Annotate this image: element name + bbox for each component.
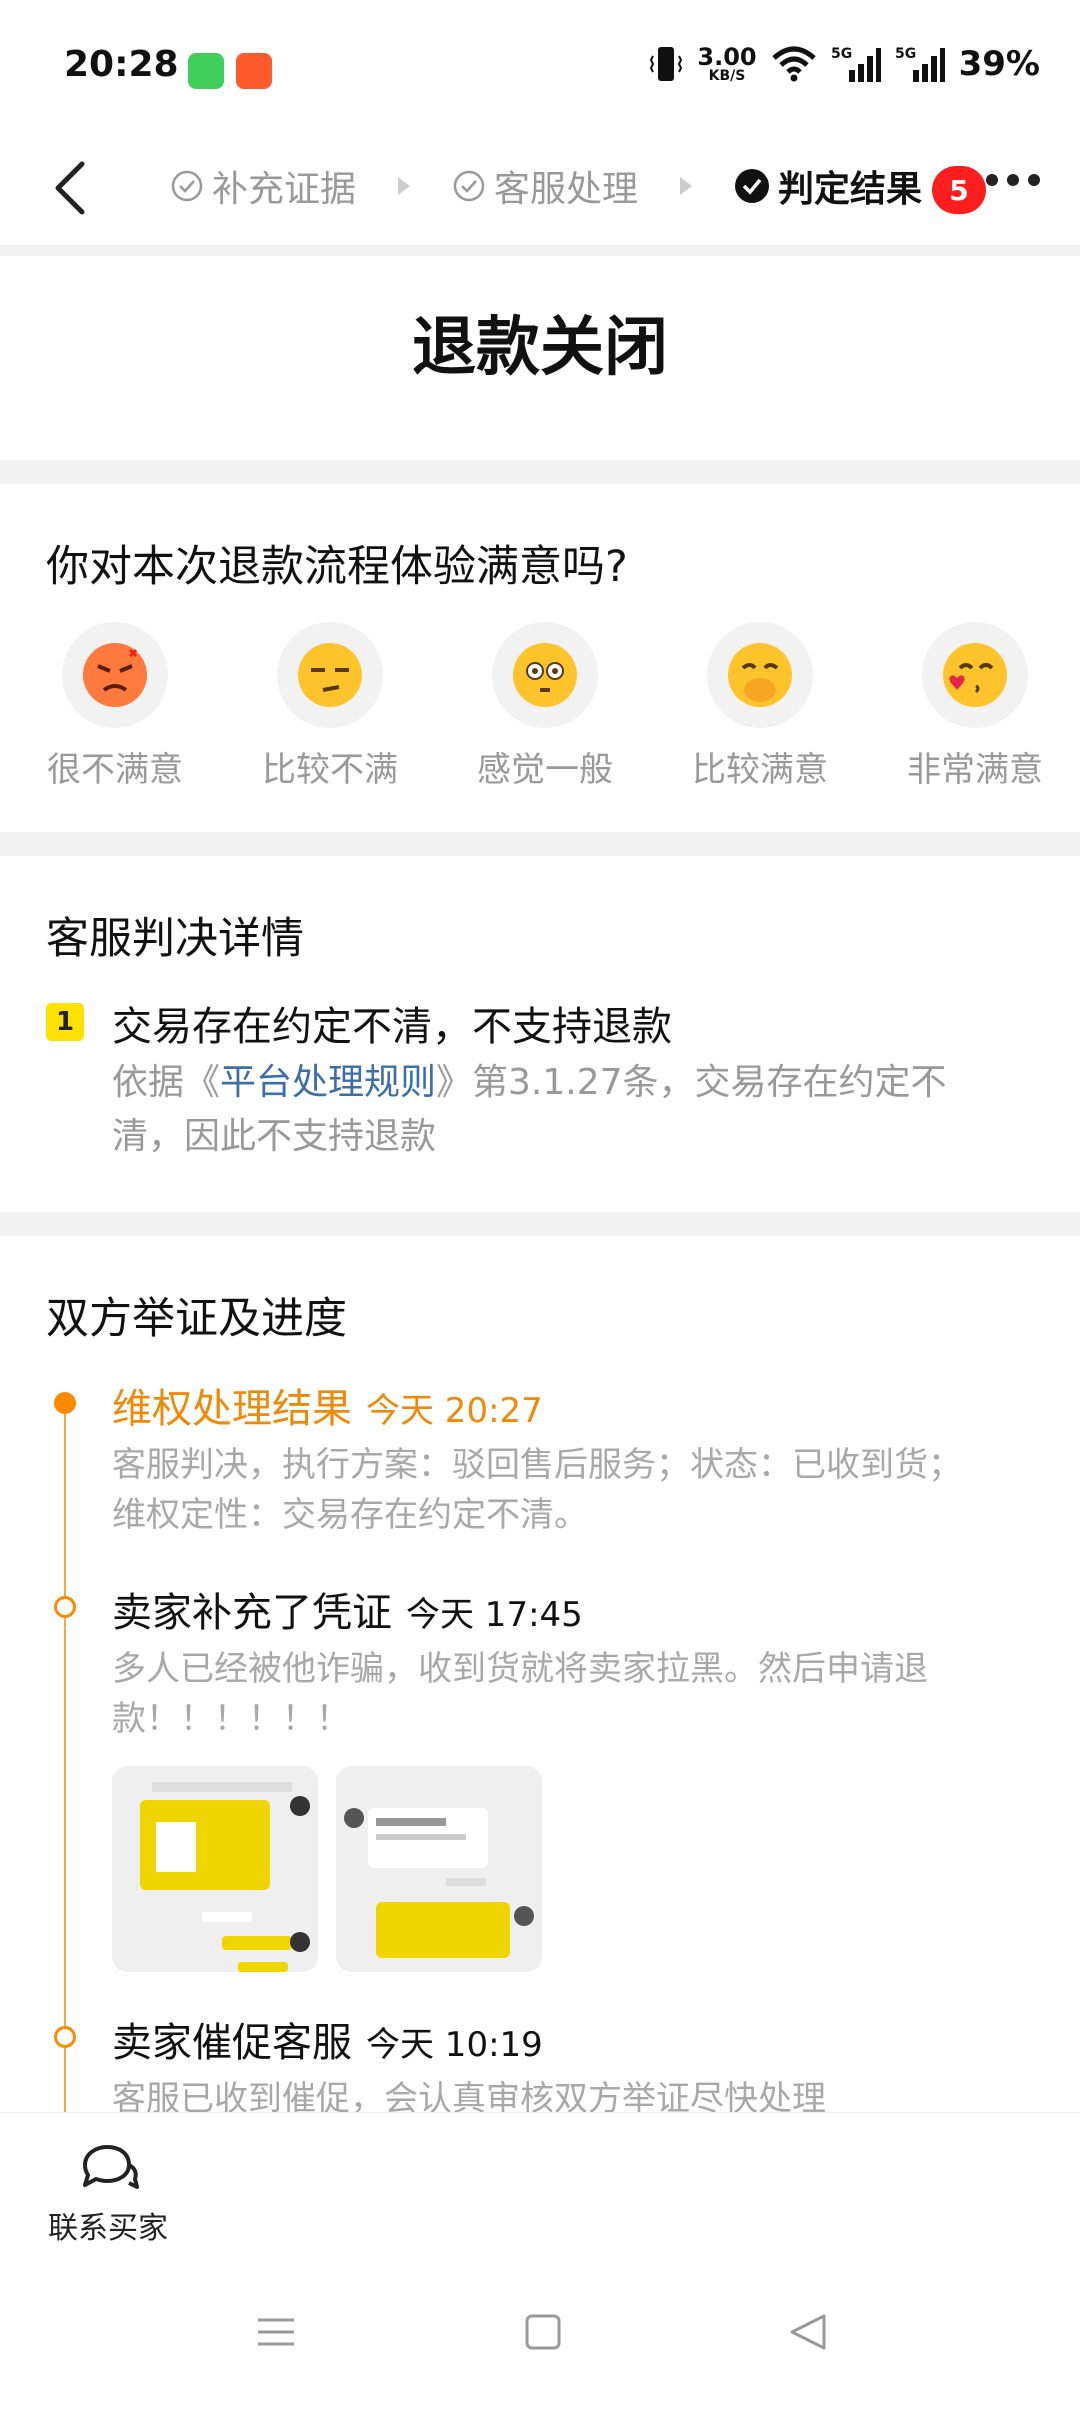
evidence-thumbnail[interactable]	[112, 1766, 318, 1972]
bottom-action-bar: 联系买家	[0, 2112, 1080, 2262]
timeline-card: 双方举证及进度 维权处理结果 今天 20:27 客服判决，执行方案：驳回售后服务；…	[0, 1236, 1080, 2112]
timeline-section-title: 双方举证及进度	[46, 1294, 347, 1344]
chat-screenshot-image	[336, 1766, 542, 1972]
rating-option-unsatisfied[interactable]: 比较不满	[255, 622, 405, 791]
home-icon[interactable]	[524, 2312, 562, 2352]
timeline-item-title: 维权处理结果 今天 20:27	[112, 1386, 543, 1432]
platform-rules-link[interactable]: 平台处理规则	[220, 1062, 436, 1103]
back-button[interactable]	[40, 152, 100, 224]
notification-badge: 5	[932, 166, 986, 214]
chat-bubbles-icon	[83, 2145, 139, 2189]
system-nav-bar	[0, 2262, 1080, 2412]
page-title: 退款关闭	[412, 311, 668, 385]
signal-5g-icon: 5G	[831, 46, 881, 82]
rating-option-very-satisfied[interactable]: 非常满意	[900, 622, 1050, 791]
camera-app-icon	[236, 53, 272, 89]
message-app-icon	[188, 53, 224, 89]
vibrate-icon	[650, 47, 683, 81]
timeline-item-desc: 多人已经被他诈骗，收到货就将卖家拉黑。然后申请退款！！！！！！	[112, 1649, 928, 1739]
verdict-number-badge: 1	[46, 1003, 84, 1041]
net-speed: 3.00 KB/S	[697, 43, 757, 84]
timeline-dot-icon	[54, 2026, 76, 2048]
status-bar: 20:28 3.00 KB/S 5G 5G 39%	[0, 0, 1080, 130]
satisfaction-card: 你对本次退款流程体验满意吗? 很不满意 比较不满 感觉一般 比较满意 非常满意	[0, 484, 1080, 832]
check-circle-icon	[453, 170, 485, 202]
flushed-face-icon	[513, 643, 577, 707]
evidence-thumbnail[interactable]	[336, 1766, 542, 1972]
timeline-line	[64, 1400, 66, 2112]
more-options-button[interactable]: 5	[932, 166, 1040, 214]
step-arrow-icon	[398, 177, 411, 195]
chat-screenshot-image	[112, 1766, 318, 1972]
status-time: 20:28	[64, 44, 179, 85]
chevron-left-icon	[55, 161, 85, 215]
contact-buyer-button[interactable]: 联系买家	[46, 2143, 170, 2247]
timeline-item-desc: 客服判决，执行方案：驳回售后服务；状态：已收到货；维权定性：交易存在约定不清。	[112, 1445, 962, 1535]
top-nav: 补充证据 客服处理 判定结果 5	[0, 130, 1080, 246]
timeline-dot-icon	[54, 1596, 76, 1618]
angry-face-icon	[83, 643, 147, 707]
more-dot-icon	[1007, 174, 1019, 186]
contact-buyer-label: 联系买家	[48, 2211, 168, 2246]
rating-option-very-unsatisfied[interactable]: 很不满意	[40, 622, 190, 791]
step-arrow-icon	[680, 177, 693, 195]
timeline-item-desc: 客服已收到催促，会认真审核双方举证尽快处理	[112, 2079, 826, 2112]
verdict-card: 客服判决详情 1 交易存在约定不清，不支持退款 依据《平台处理规则》第3.1.2…	[0, 856, 1080, 1212]
verdict-headline: 交易存在约定不清，不支持退款	[112, 1004, 672, 1050]
progress-steps: 补充证据 客服处理 判定结果	[170, 160, 922, 212]
more-dot-icon	[986, 174, 998, 186]
status-icons: 3.00 KB/S 5G 5G 39%	[649, 44, 1040, 84]
timeline-item-time: 今天 17:45	[406, 1595, 583, 1635]
rating-option-neutral[interactable]: 感觉一般	[470, 622, 620, 791]
wifi-icon	[771, 46, 816, 82]
verdict-body: 依据《平台处理规则》第3.1.27条，交易存在约定不清，因此不支持退款	[112, 1062, 947, 1157]
step-add-evidence: 补充证据	[170, 160, 356, 212]
timeline-item-time: 今天 20:27	[366, 1391, 543, 1431]
timeline-item-title: 卖家补充了凭证 今天 17:45	[112, 1590, 583, 1636]
signal-5g-icon: 5G	[895, 46, 945, 82]
back-triangle-icon[interactable]	[788, 2312, 828, 2352]
step-service-handling: 客服处理	[452, 160, 638, 212]
kissing-heart-face-icon	[943, 643, 1007, 707]
battery-percent: 39%	[958, 44, 1040, 84]
hand-over-mouth-face-icon	[728, 643, 792, 707]
satisfaction-question: 你对本次退款流程体验满意吗?	[46, 542, 628, 592]
timeline-item-time: 今天 10:19	[366, 2025, 543, 2065]
timeline-dot-icon	[54, 1392, 76, 1414]
rating-option-satisfied[interactable]: 比较满意	[685, 622, 835, 791]
check-circle-filled-icon	[735, 169, 770, 203]
more-dot-icon	[1028, 174, 1040, 186]
svg-text:5G: 5G	[831, 46, 852, 62]
timeline-item-title: 卖家催促客服 今天 10:19	[112, 2020, 543, 2066]
check-circle-icon	[171, 170, 203, 202]
verdict-section-title: 客服判决详情	[46, 914, 304, 964]
menu-icon[interactable]	[256, 2312, 296, 2352]
svg-text:5G: 5G	[895, 46, 916, 62]
unamused-face-icon	[298, 643, 362, 707]
step-result: 判定结果	[734, 160, 922, 212]
result-card: 退款关闭	[0, 256, 1080, 460]
